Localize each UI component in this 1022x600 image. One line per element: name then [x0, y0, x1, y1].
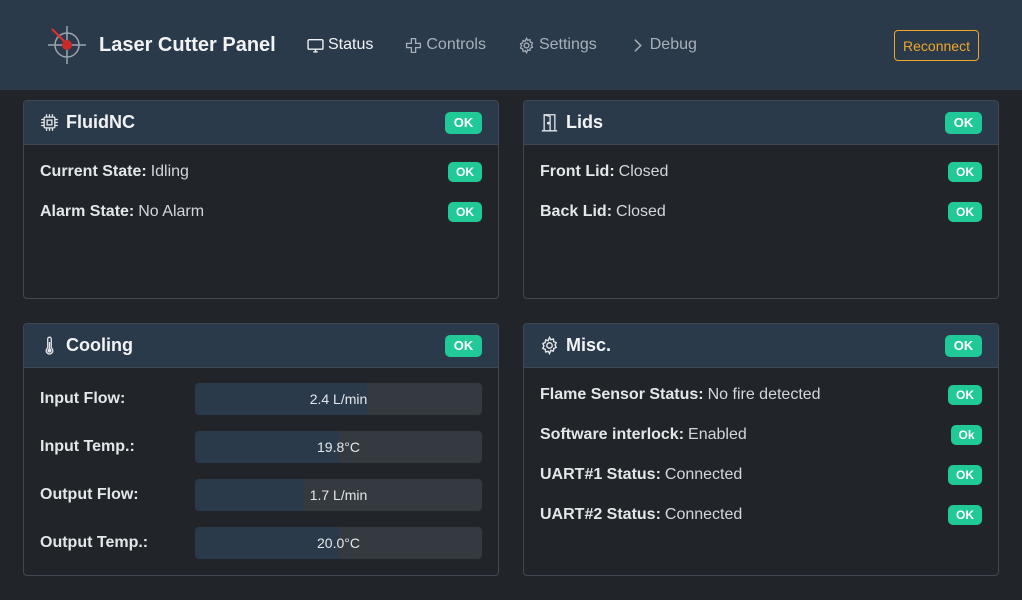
flame-sensor-value: No fire detected	[707, 386, 821, 403]
output-flow-meter: 1.7 L/min	[195, 479, 482, 511]
monitor-icon	[307, 38, 324, 53]
reconnect-button[interactable]: Reconnect	[894, 30, 979, 61]
nav-debug[interactable]: Debug	[629, 36, 697, 54]
cooling-card: Cooling OK Input Flow: 2.4 L/min Input T…	[23, 323, 499, 576]
nav-settings-label: Settings	[538, 36, 597, 53]
cooling-status-badge: OK	[445, 335, 482, 357]
flame-sensor-badge: OK	[948, 385, 982, 405]
input-flow-meter: 2.4 L/min	[195, 383, 482, 415]
current-state-label: Current State:	[40, 163, 147, 180]
back-lid-label: Back Lid:	[540, 203, 613, 220]
output-temp-value: 20.0°C	[317, 535, 360, 551]
nav-status[interactable]: Status	[307, 36, 373, 54]
lids-status-badge: OK	[945, 112, 982, 134]
misc-card-header: Misc. OK	[524, 324, 998, 368]
list-item: UART#1 Status: Connected OK	[540, 464, 982, 486]
fluidnc-status-badge: OK	[445, 112, 482, 134]
navbar: Laser Cutter Panel Status Controls Setti…	[0, 0, 1022, 90]
nav-settings[interactable]: Settings	[518, 36, 597, 54]
gear-icon	[519, 36, 534, 54]
front-lid-label: Front Lid:	[540, 163, 615, 180]
lids-title: Lids	[566, 112, 604, 132]
front-lid-badge: OK	[948, 162, 982, 182]
nav-controls[interactable]: Controls	[405, 36, 486, 54]
input-flow-value: 2.4 L/min	[309, 391, 368, 407]
back-lid-badge: OK	[948, 202, 982, 222]
back-lid-value: Closed	[616, 203, 666, 220]
uart2-status-label: UART#2 Status:	[540, 506, 661, 523]
current-state-badge: OK	[448, 162, 482, 182]
nav-debug-label: Debug	[649, 36, 697, 53]
output-temp-meter: 20.0°C	[195, 527, 482, 559]
cpu-icon	[41, 114, 58, 131]
lids-card: Lids OK Front Lid: Closed OK Back Lid: C…	[523, 100, 999, 299]
alarm-state-badge: OK	[448, 202, 482, 222]
alarm-state-label: Alarm State:	[40, 203, 135, 220]
thermometer-icon	[45, 336, 54, 355]
cooling-title: Cooling	[66, 335, 133, 355]
input-flow-row: Input Flow: 2.4 L/min	[40, 383, 482, 415]
list-item: Front Lid: Closed OK	[540, 161, 982, 183]
output-temp-row: Output Temp.: 20.0°C	[40, 527, 482, 559]
gear-icon	[541, 336, 558, 355]
fluidnc-title: FluidNC	[66, 112, 135, 132]
list-item: Back Lid: Closed OK	[540, 201, 982, 223]
app-title: Laser Cutter Panel	[99, 33, 276, 56]
current-state-value: Idling	[150, 163, 189, 180]
uart2-status-value: Connected	[664, 506, 743, 523]
nav-links: Status Controls Settings Debug	[307, 34, 729, 56]
software-interlock-badge: Ok	[951, 425, 982, 445]
list-item: Flame Sensor Status: No fire detected OK	[540, 384, 982, 406]
brand[interactable]: Laser Cutter Panel	[48, 26, 276, 64]
laser-crosshair-icon	[48, 26, 86, 64]
misc-card: Misc. OK Flame Sensor Status: No fire de…	[523, 323, 999, 576]
list-item: Software interlock: Enabled Ok	[540, 424, 982, 446]
misc-status-badge: OK	[945, 335, 982, 357]
software-interlock-label: Software interlock:	[540, 426, 685, 443]
front-lid-value: Closed	[618, 163, 669, 180]
lids-card-header: Lids OK	[524, 101, 998, 145]
alarm-state-value: No Alarm	[138, 203, 205, 220]
fluidnc-card-header: FluidNC OK	[24, 101, 498, 145]
input-flow-label: Input Flow:	[40, 390, 126, 407]
software-interlock-value: Enabled	[688, 426, 747, 443]
input-temp-value: 19.8°C	[317, 439, 360, 455]
list-item: Alarm State: No Alarm OK	[40, 201, 482, 223]
output-flow-label: Output Flow:	[40, 486, 139, 503]
uart1-status-badge: OK	[948, 465, 982, 485]
uart2-status-badge: OK	[948, 505, 982, 525]
list-item: UART#2 Status: Connected OK	[540, 504, 982, 526]
uart1-status-value: Connected	[664, 466, 743, 483]
input-temp-row: Input Temp.: 19.8°C	[40, 431, 482, 463]
nav-controls-label: Controls	[426, 36, 486, 53]
controller-icon	[406, 37, 422, 53]
output-temp-label: Output Temp.:	[40, 534, 149, 551]
input-temp-meter: 19.8°C	[195, 431, 482, 463]
misc-title: Misc.	[566, 335, 612, 355]
output-flow-value: 1.7 L/min	[309, 487, 368, 503]
door-icon	[541, 114, 558, 132]
fluidnc-card: FluidNC OK Current State: Idling OK Alar…	[23, 100, 499, 299]
nav-status-label: Status	[328, 36, 374, 53]
uart1-status-label: UART#1 Status:	[540, 466, 661, 483]
flame-sensor-label: Flame Sensor Status:	[540, 386, 704, 403]
cooling-card-header: Cooling OK	[24, 324, 498, 368]
input-temp-label: Input Temp.:	[40, 438, 135, 455]
list-item: Current State: Idling OK	[40, 161, 482, 183]
output-flow-row: Output Flow: 1.7 L/min	[40, 479, 482, 511]
chevron-right-icon	[634, 38, 642, 52]
